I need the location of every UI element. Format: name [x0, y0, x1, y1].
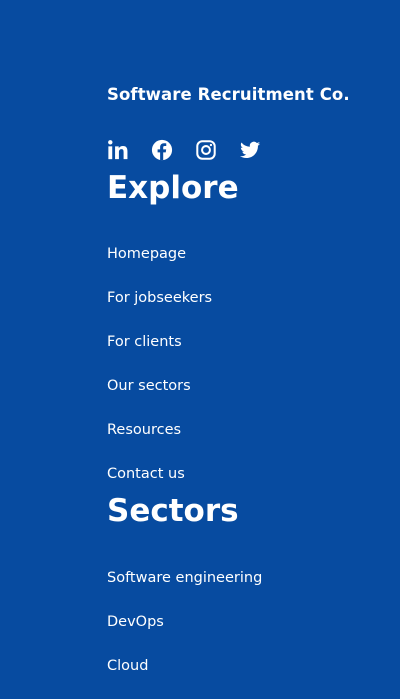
our-sectors-link[interactable]: Our sectors [107, 376, 191, 396]
footer-brand-name: Software Recruitment Co. [107, 85, 350, 104]
list-item: For clients [107, 331, 212, 375]
explore-heading: Explore [107, 170, 239, 206]
explore-links: Homepage For jobseekers For clients Our … [107, 243, 212, 507]
list-item: For jobseekers [107, 287, 212, 331]
list-item: Cloud [107, 655, 262, 699]
instagram-link[interactable] [195, 139, 217, 161]
site-footer: Software Recruitment Co. Explore Homepag… [0, 0, 400, 699]
list-item: Software engineering [107, 567, 262, 611]
list-item: Our sectors [107, 375, 212, 419]
clients-link[interactable]: For clients [107, 332, 182, 352]
facebook-link[interactable] [151, 139, 173, 161]
linkedin-link[interactable] [107, 139, 129, 161]
software-engineering-link[interactable]: Software engineering [107, 568, 262, 588]
twitter-link[interactable] [239, 139, 261, 161]
sector-links: Software engineering DevOps Cloud [107, 567, 262, 699]
social-links [107, 138, 283, 162]
facebook-icon [151, 139, 173, 161]
jobseekers-link[interactable]: For jobseekers [107, 288, 212, 308]
contact-us-link[interactable]: Contact us [107, 464, 185, 484]
list-item: Resources [107, 419, 212, 463]
devops-link[interactable]: DevOps [107, 612, 164, 632]
instagram-icon [196, 140, 216, 160]
twitter-icon [239, 141, 261, 159]
resources-link[interactable]: Resources [107, 420, 181, 440]
list-item: Homepage [107, 243, 212, 287]
linkedin-icon [108, 140, 128, 160]
list-item: DevOps [107, 611, 262, 655]
homepage-link[interactable]: Homepage [107, 244, 186, 264]
cloud-link[interactable]: Cloud [107, 656, 148, 676]
sectors-heading: Sectors [107, 493, 239, 529]
